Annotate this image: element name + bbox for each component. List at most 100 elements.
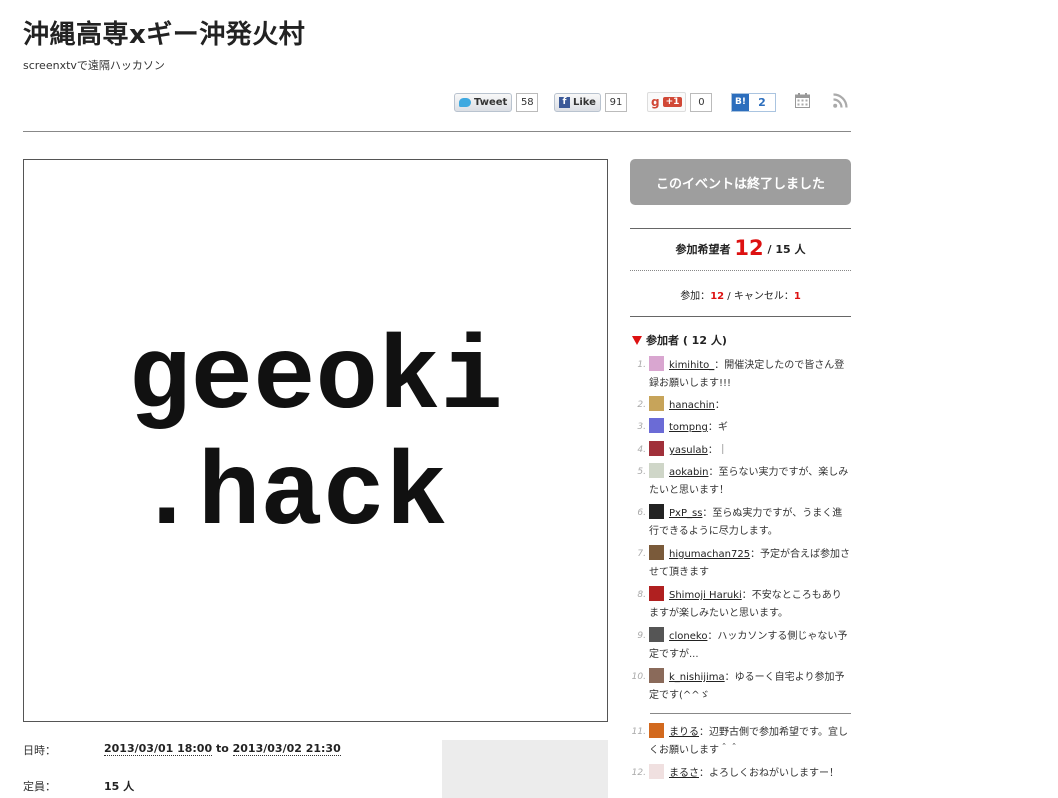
participant-number: 7. <box>637 549 646 559</box>
participant-name[interactable]: kimihito_ <box>669 360 714 371</box>
participant-comment: ：至らぬ実力ですが、うまく進 <box>702 508 843 519</box>
participant-body: tompng：ギ <box>649 418 851 437</box>
participant-name[interactable]: k_nishijima <box>669 672 725 683</box>
gplus-count: 0 <box>690 92 713 112</box>
participant-body: yasulab：｜ <box>649 441 851 460</box>
rss-icon[interactable] <box>833 93 848 108</box>
participant-comment: ：至らない実力ですが、楽しみ <box>708 467 849 478</box>
participant-number: 1. <box>637 360 646 370</box>
participant-name[interactable]: aokabin <box>669 467 708 478</box>
map-placeholder <box>442 740 608 798</box>
participant-comment: ：開催決定したので皆さん登 <box>714 360 845 371</box>
participant-name[interactable]: まるさ <box>669 768 699 779</box>
participant-number: 9. <box>637 631 646 641</box>
avatar[interactable] <box>649 504 664 519</box>
avatar[interactable] <box>649 418 664 433</box>
like-widget[interactable]: f Like 91 <box>554 92 627 112</box>
avatar[interactable] <box>649 627 664 642</box>
participant-name[interactable]: PxP_ss <box>669 508 702 519</box>
participants-heading[interactable]: 参加者 ( 12 人) <box>632 332 727 348</box>
participant-comment: ：よろしくおねがいしますー！ <box>699 768 839 779</box>
capacity-label: 定員： <box>23 780 56 793</box>
avatar[interactable] <box>649 586 664 601</box>
avatar[interactable] <box>649 356 664 371</box>
participant-number: 10. <box>631 672 646 682</box>
participant-number: 11. <box>631 727 646 737</box>
date-value: 2013/03/01 18:00 to 2013/03/02 21:30 <box>104 742 341 756</box>
participant-number: 12. <box>631 768 646 778</box>
facebook-icon: f <box>559 96 570 108</box>
participant-body: Shimoji Haruki：不安なところもあり ますが楽しみたいと思います。 <box>649 586 851 623</box>
participant-name[interactable]: まりる <box>669 727 699 738</box>
participants-divider <box>650 713 851 714</box>
participant-body: まりる：辺野古側で参加希望です。宜しくお願いします＾＾ <box>649 723 851 760</box>
participant-name[interactable]: hanachin <box>669 400 715 411</box>
hatena-bookmark-button[interactable]: B! 2 <box>731 92 776 112</box>
participant-comment: ：ハッカソンする側じゃない予 <box>707 631 848 642</box>
applicants-total: / 15 人 <box>767 243 806 256</box>
avatar[interactable] <box>649 463 664 478</box>
google-icon: g <box>651 95 660 109</box>
applicants-count: 12 <box>734 236 764 260</box>
participant-number: 8. <box>637 590 646 600</box>
date-end[interactable]: 2013/03/02 21:30 <box>232 742 341 756</box>
participant-comment: ：不安なところもあり <box>741 590 842 601</box>
participant-comment-line2: くお願いします＾＾ <box>649 745 739 756</box>
avatar[interactable] <box>649 764 664 779</box>
like-button[interactable]: f Like <box>554 92 601 112</box>
avatar[interactable] <box>649 723 664 738</box>
participant-comment-line2: 定です(^^ゞ <box>649 690 710 701</box>
event-image: geeoki .hack <box>23 159 608 722</box>
participant-number: 4. <box>637 445 646 455</box>
participant-number: 6. <box>637 508 646 518</box>
gplus-button[interactable]: g +1 <box>647 92 687 112</box>
avatar[interactable] <box>649 545 664 560</box>
date-label: 日時： <box>23 744 56 757</box>
gplus-widget[interactable]: g +1 0 <box>647 92 713 112</box>
participant-comment: ：予定が合えば参加さ <box>750 549 851 560</box>
avatar[interactable] <box>649 441 664 456</box>
participant-name[interactable]: tompng <box>669 422 708 433</box>
participant-comment-line2: たいと思います！ <box>649 485 729 496</box>
participant-number: 2. <box>637 400 646 410</box>
hatena-widget[interactable]: B! 2 <box>731 92 776 112</box>
participation-summary: 参加：12 / キャンセル：1 <box>630 287 851 302</box>
participant-name[interactable]: yasulab <box>669 445 708 456</box>
participant-comment-line2: 定ですが... <box>649 649 699 660</box>
triangle-down-icon <box>632 335 642 345</box>
applicants-label: 参加希望者 <box>675 243 731 256</box>
tweet-widget[interactable]: Tweet 58 <box>454 92 539 112</box>
capacity-value: 15 人 <box>104 780 135 793</box>
participant-comment: ：ゆるーく自宅より参加予 <box>724 672 845 683</box>
tweet-count: 58 <box>516 92 539 112</box>
cancel-count: 1 <box>793 291 801 302</box>
participant-number: 3. <box>637 422 646 432</box>
sidebar-divider <box>630 228 851 229</box>
date-start[interactable]: 2013/03/01 18:00 <box>104 742 213 756</box>
participant-body: hanachin： <box>649 396 851 415</box>
participant-name[interactable]: Shimoji Haruki <box>669 590 742 601</box>
participant-comment-line2: 行できるように尽力します。 <box>649 526 778 537</box>
participant-name[interactable]: cloneko <box>669 631 707 642</box>
logo-line-1: geeoki <box>128 321 503 439</box>
applicants-summary: 参加希望者 12 / 15 人 <box>630 236 851 260</box>
avatar[interactable] <box>649 396 664 411</box>
participant-comment: ： <box>714 400 725 411</box>
participant-number: 5. <box>637 467 646 477</box>
participant-body: PxP_ss：至らぬ実力ですが、うまく進行できるように尽力します。 <box>649 504 851 541</box>
participant-comment: ：｜ <box>707 445 728 456</box>
like-count: 91 <box>604 92 627 112</box>
event-title: 沖縄高専xギー沖発火村 <box>23 20 306 50</box>
tweet-button[interactable]: Tweet <box>454 92 513 112</box>
participant-body: cloneko：ハッカソンする側じゃない予 定ですが... <box>649 627 851 664</box>
event-ended-button[interactable]: このイベントは終了しました <box>630 159 851 205</box>
participant-body: higumachan725：予定が合えば参加さ せて頂きます <box>649 545 851 582</box>
participant-body: kimihito_：開催決定したので皆さん登 録お願いします!!! <box>649 356 851 393</box>
sidebar-dotted-divider <box>630 270 851 271</box>
participant-comment: ：辺野古側で参加希望です。宜し <box>699 727 848 738</box>
sidebar-divider <box>630 316 851 317</box>
participant-name[interactable]: higumachan725 <box>669 549 750 560</box>
avatar[interactable] <box>649 668 664 683</box>
participant-body: aokabin：至らない実力ですが、楽しみたいと思います！ <box>649 463 851 500</box>
calendar-icon[interactable] <box>795 93 810 108</box>
